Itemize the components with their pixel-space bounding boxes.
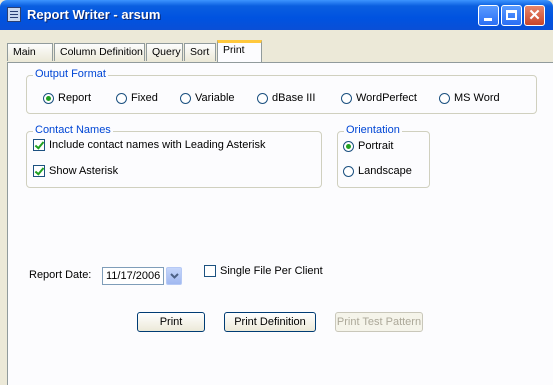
tab-query[interactable]: Query	[146, 43, 183, 61]
format-option-wordperfect[interactable]: WordPerfect	[341, 92, 417, 104]
format-option-report[interactable]: Report	[43, 92, 91, 104]
orientation-option-label: Landscape	[358, 165, 412, 177]
format-option-label: WordPerfect	[356, 92, 417, 104]
checkbox-icon[interactable]	[204, 265, 216, 277]
print-tab-panel: Output Format Report Fixed Variable dBas…	[7, 62, 553, 385]
print-test-pattern-button[interactable]: Print Test Pattern	[335, 312, 423, 332]
minimize-button[interactable]	[478, 5, 499, 26]
orientation-option-label: Portrait	[358, 140, 394, 152]
format-option-dbase[interactable]: dBase III	[257, 92, 315, 104]
radio-icon[interactable]	[180, 92, 191, 104]
tab-main[interactable]: Main	[7, 43, 53, 61]
format-option-label: Report	[58, 92, 92, 104]
checkbox-icon[interactable]	[33, 165, 45, 177]
include-leading-asterisk-option[interactable]: Include contact names with Leading Aster…	[33, 139, 265, 151]
radio-icon[interactable]	[343, 140, 354, 152]
radio-icon[interactable]	[43, 92, 54, 104]
tab-column-definition[interactable]: Column Definition	[54, 43, 145, 61]
report-date-field[interactable]: 11/17/2006	[102, 267, 164, 285]
report-writer-window: Report Writer - arsum ✕ Output Format Re…	[0, 0, 553, 385]
radio-icon[interactable]	[257, 92, 268, 104]
single-file-option[interactable]: Single File Per Client	[204, 265, 323, 277]
show-asterisk-label: Show Asterisk	[49, 165, 119, 177]
print-definition-button[interactable]: Print Definition	[224, 312, 316, 332]
format-option-fixed[interactable]: Fixed	[116, 92, 158, 104]
format-option-variable[interactable]: Variable	[180, 92, 235, 104]
format-option-label: dBase III	[272, 92, 316, 104]
contact-names-title: Contact Names	[33, 124, 113, 136]
tab-print[interactable]: Print	[217, 40, 262, 62]
format-option-label: Variable	[195, 92, 235, 104]
format-option-msword[interactable]: MS Word	[439, 92, 500, 104]
format-option-label: MS Word	[454, 92, 500, 104]
radio-icon[interactable]	[116, 92, 127, 104]
include-leading-asterisk-label: Include contact names with Leading Aster…	[49, 139, 266, 151]
output-format-group: Output Format Report Fixed Variable dBas…	[26, 68, 537, 114]
close-icon: ✕	[528, 7, 541, 24]
radio-icon[interactable]	[439, 92, 450, 104]
orientation-group: Orientation Portrait Landscape	[337, 124, 430, 188]
output-format-title: Output Format	[33, 68, 108, 80]
tab-sort[interactable]: Sort	[184, 43, 216, 61]
orientation-option-portrait[interactable]: Portrait	[343, 140, 393, 152]
radio-icon[interactable]	[341, 92, 352, 104]
orientation-title: Orientation	[344, 124, 402, 136]
window-title: Report Writer - arsum	[27, 7, 161, 22]
format-option-label: Fixed	[131, 92, 158, 104]
maximize-button[interactable]	[501, 5, 522, 26]
report-date-label: Report Date:	[29, 269, 92, 281]
app-icon	[7, 7, 21, 22]
report-date-dropdown-button[interactable]	[166, 267, 182, 285]
single-file-label: Single File Per Client	[220, 265, 323, 277]
title-bar[interactable]: Report Writer - arsum ✕	[0, 0, 553, 30]
chevron-down-icon	[170, 273, 179, 279]
show-asterisk-option[interactable]: Show Asterisk	[33, 165, 118, 177]
radio-icon[interactable]	[343, 165, 354, 177]
maximize-icon	[506, 10, 517, 20]
checkbox-icon[interactable]	[33, 139, 45, 151]
orientation-option-landscape[interactable]: Landscape	[343, 165, 412, 177]
contact-names-group: Contact Names Include contact names with…	[26, 124, 322, 188]
close-button[interactable]: ✕	[524, 5, 545, 26]
print-button[interactable]: Print	[137, 312, 205, 332]
minimize-icon	[484, 18, 492, 21]
